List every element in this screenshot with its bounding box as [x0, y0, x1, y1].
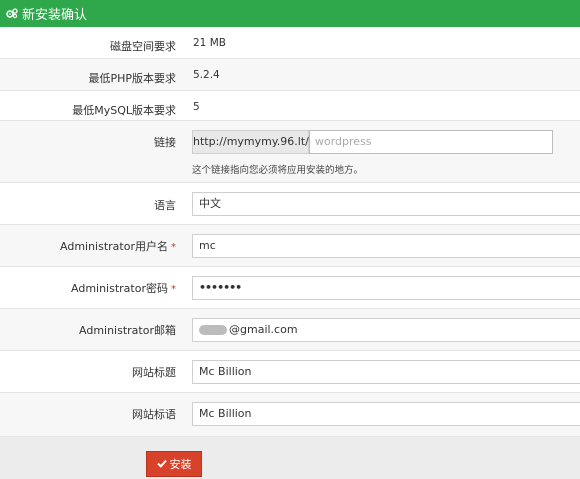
- admin-email-row: Administrator邮箱 @gmail.com: [0, 309, 580, 351]
- language-row: 语言 中文: [0, 183, 580, 225]
- check-icon: [156, 458, 167, 471]
- site-tagline-row: 网站标语 Mc Billion: [0, 393, 580, 437]
- install-button[interactable]: 安装: [146, 451, 202, 477]
- page-title: 新安装确认: [22, 8, 88, 23]
- requirement-mysql-row: 最低MySQL版本要求 5: [0, 91, 580, 121]
- language-label: 语言: [154, 199, 176, 212]
- language-select[interactable]: 中文: [192, 192, 580, 216]
- url-prefix: http://mymymy.96.lt/: [192, 130, 309, 154]
- directory-input[interactable]: wordpress: [309, 130, 553, 154]
- mysql-requirement-label: 最低MySQL版本要求: [72, 104, 176, 117]
- site-title-label: 网站标题: [132, 366, 176, 379]
- php-requirement-value: 5.2.4: [193, 69, 220, 81]
- link-help-text: 这个链接指向您必须将应用安装的地方。: [192, 165, 364, 176]
- admin-username-label: Administrator用户名 *: [60, 240, 176, 253]
- install-button-label: 安装: [169, 458, 192, 471]
- admin-username-field[interactable]: mc: [192, 234, 580, 258]
- redacted-email-local: [199, 325, 227, 335]
- admin-username-row: Administrator用户名 * mc: [0, 225, 580, 267]
- gears-icon: [6, 8, 18, 19]
- page-header: 新安装确认: [0, 0, 580, 27]
- link-label: 链接: [154, 136, 176, 149]
- link-row: 链接 http://mymymy.96.lt/ wordpress 这个链接指向…: [0, 121, 580, 183]
- disk-requirement-value: 21 MB: [193, 37, 226, 49]
- requirement-disk-row: 磁盘空间要求 21 MB: [0, 27, 580, 59]
- requirement-php-row: 最低PHP版本要求 5.2.4: [0, 59, 580, 91]
- disk-requirement-label: 磁盘空间要求: [110, 40, 176, 53]
- site-title-field[interactable]: Mc Billion: [192, 360, 580, 384]
- php-requirement-label: 最低PHP版本要求: [88, 72, 176, 85]
- site-title-row: 网站标题 Mc Billion: [0, 351, 580, 393]
- required-marker: *: [171, 284, 176, 295]
- admin-email-label: Administrator邮箱: [79, 324, 176, 337]
- admin-email-field[interactable]: @gmail.com: [192, 318, 580, 342]
- form-footer: [0, 437, 580, 479]
- admin-password-label: Administrator密码 *: [71, 282, 176, 295]
- mysql-requirement-value: 5: [193, 101, 200, 113]
- required-marker: *: [171, 242, 176, 253]
- site-tagline-field[interactable]: Mc Billion: [192, 402, 580, 426]
- site-tagline-label: 网站标语: [132, 408, 176, 421]
- admin-password-row: Administrator密码 * •••••••: [0, 267, 580, 309]
- admin-password-field[interactable]: •••••••: [192, 276, 580, 300]
